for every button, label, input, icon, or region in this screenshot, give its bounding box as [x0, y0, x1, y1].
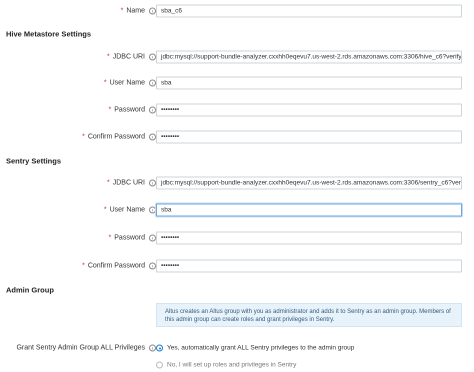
section-title-hive: Hive Metastore Settings: [6, 29, 92, 39]
hive-jdbc-label: * JDBC URI i: [107, 53, 156, 61]
sentry-user-label: * User Name i: [104, 206, 156, 214]
sentry-password-label: * Password i: [109, 234, 156, 242]
info-icon[interactable]: i: [149, 179, 156, 187]
section-title-sentry: Sentry Settings: [6, 156, 62, 166]
info-icon[interactable]: i: [149, 7, 156, 15]
name-input[interactable]: sba_c6: [156, 4, 462, 18]
radio-option-yes[interactable]: Yes, automatically grant ALL Sentry priv…: [156, 344, 354, 352]
info-icon[interactable]: i: [149, 133, 156, 141]
sentry-confirm-input[interactable]: ••••••••: [156, 259, 462, 273]
hive-confirm-label: * Confirm Password i: [82, 133, 156, 141]
section-title-admin: Admin Group: [6, 285, 54, 295]
info-icon[interactable]: i: [149, 234, 156, 242]
sentry-user-input[interactable]: sba: [156, 203, 462, 217]
info-icon[interactable]: i: [149, 344, 156, 352]
sentry-confirm-label: * Confirm Password i: [82, 262, 156, 270]
info-icon[interactable]: i: [149, 79, 156, 87]
info-icon[interactable]: i: [149, 262, 156, 270]
sentry-jdbc-input[interactable]: jdbc:mysql://support-bundle-analyzer.cxx…: [156, 176, 462, 190]
hive-password-input[interactable]: ••••••••: [156, 103, 462, 117]
radio-option-no[interactable]: No, I will set up roles and privileges i…: [156, 361, 296, 369]
radio-icon[interactable]: [156, 361, 163, 369]
hive-jdbc-input[interactable]: jdbc:mysql://support-bundle-analyzer.cxx…: [156, 50, 462, 64]
info-icon[interactable]: i: [149, 106, 156, 114]
hive-password-label: * Password i: [109, 106, 156, 114]
radio-icon[interactable]: [156, 344, 163, 352]
grant-privileges-label: Grant Sentry Admin Group ALL Privileges …: [16, 344, 156, 352]
hive-confirm-input[interactable]: ••••••••: [156, 130, 462, 144]
info-icon[interactable]: i: [149, 53, 156, 61]
hive-user-label: * User Name i: [104, 79, 156, 87]
admin-info-note: Altus creates an Altus group with you as…: [156, 303, 462, 327]
sentry-password-input[interactable]: ••••••••: [156, 231, 462, 245]
sentry-jdbc-label: * JDBC URI i: [107, 179, 156, 187]
hive-user-input[interactable]: sba: [156, 76, 462, 90]
name-label: * Name i: [121, 7, 156, 15]
info-icon[interactable]: i: [149, 206, 156, 214]
